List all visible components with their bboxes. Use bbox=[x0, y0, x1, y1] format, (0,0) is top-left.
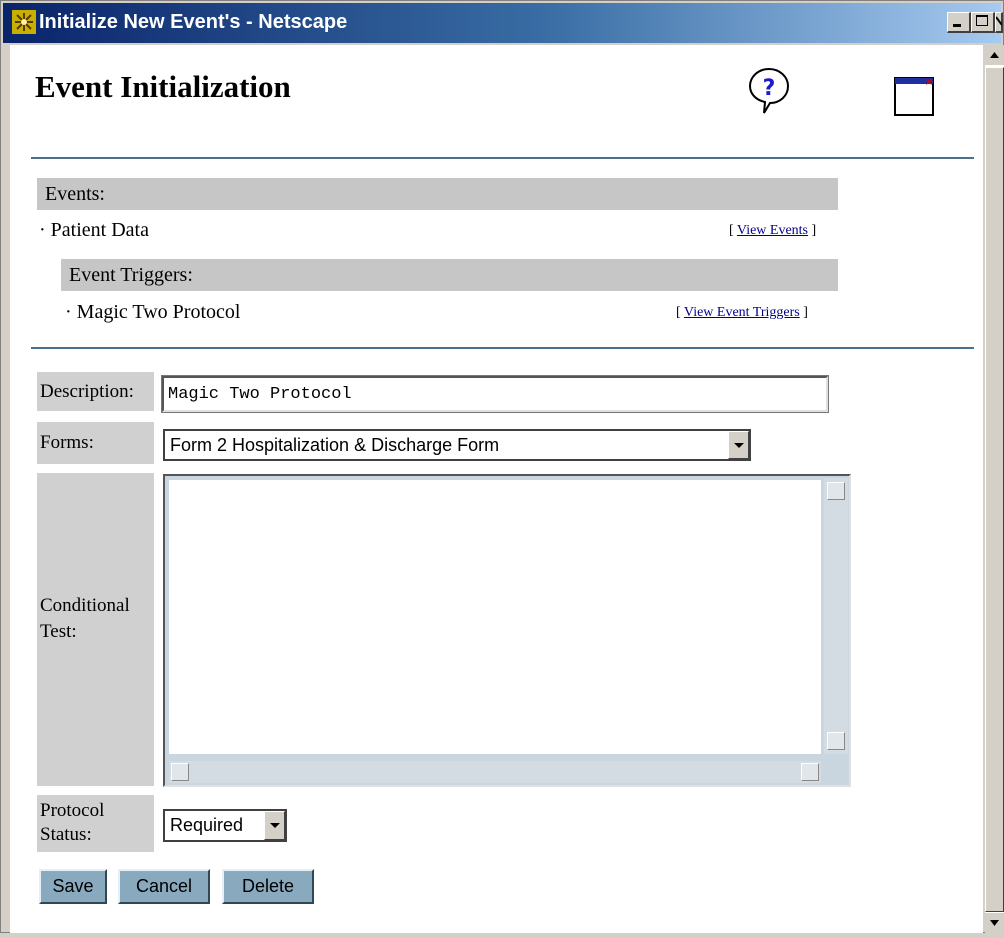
close-button[interactable] bbox=[995, 12, 1003, 33]
events-header: Events: bbox=[37, 178, 838, 210]
view-events-link[interactable]: View Events bbox=[737, 223, 808, 238]
view-event-triggers-link[interactable]: View Event Triggers bbox=[684, 305, 800, 320]
forms-label: Forms: bbox=[37, 422, 154, 464]
scroll-up-icon[interactable] bbox=[985, 45, 1004, 65]
chevron-down-icon[interactable] bbox=[264, 811, 285, 840]
protocol-status-label: Protocol Status: bbox=[37, 795, 154, 852]
page-title: Event Initialization bbox=[35, 69, 291, 104]
maximize-button[interactable] bbox=[971, 12, 995, 33]
description-input[interactable] bbox=[164, 378, 826, 410]
scroll-left-icon[interactable] bbox=[171, 763, 189, 781]
window-title: Initialize New Event's - Netscape bbox=[39, 11, 348, 33]
protocol-status-select[interactable]: Required bbox=[163, 809, 287, 842]
trigger-item: · Magic Two Protocol bbox=[65, 301, 240, 324]
browser-window: Initialize New Event's - Netscape Event … bbox=[0, 0, 1004, 933]
close-icon bbox=[995, 16, 1003, 26]
minimize-button[interactable] bbox=[947, 12, 971, 33]
scroll-thumb[interactable] bbox=[985, 67, 1004, 912]
trigger-item-label: Magic Two Protocol bbox=[76, 301, 241, 323]
scroll-right-icon[interactable] bbox=[801, 763, 819, 781]
bullet-icon: · bbox=[39, 219, 51, 241]
conditional-test-text[interactable] bbox=[169, 480, 821, 754]
bullet-icon: · bbox=[65, 301, 77, 323]
event-item-label: Patient Data bbox=[50, 219, 149, 241]
maximize-icon bbox=[976, 15, 988, 26]
event-triggers-header: Event Triggers: bbox=[61, 259, 838, 291]
help-balloon-icon[interactable]: ? bbox=[748, 67, 790, 115]
title-bar[interactable]: Initialize New Event's - Netscape bbox=[3, 3, 1003, 43]
page-content: Event Initialization ? × Events: · Patie… bbox=[10, 45, 983, 933]
description-label: Description: bbox=[37, 372, 154, 411]
chevron-down-icon[interactable] bbox=[728, 431, 749, 459]
vertical-scrollbar[interactable] bbox=[824, 478, 848, 754]
netscape-app-icon bbox=[12, 10, 36, 34]
save-button[interactable]: Save bbox=[39, 869, 107, 904]
protocol-status-selected-value: Required bbox=[170, 815, 244, 835]
event-item: · Patient Data bbox=[39, 219, 149, 242]
divider bbox=[31, 347, 974, 349]
svg-text:×: × bbox=[924, 75, 933, 88]
cancel-button[interactable]: Cancel bbox=[118, 869, 210, 904]
scroll-down-icon[interactable] bbox=[985, 913, 1004, 933]
conditional-test-textarea[interactable] bbox=[163, 474, 851, 787]
scroll-up-icon[interactable] bbox=[827, 482, 845, 500]
page-vertical-scrollbar[interactable] bbox=[985, 45, 1004, 933]
horizontal-scrollbar[interactable] bbox=[169, 761, 821, 783]
minimize-icon bbox=[953, 24, 961, 27]
svg-text:?: ? bbox=[763, 76, 776, 101]
forms-select[interactable]: Form 2 Hospitalization & Discharge Form bbox=[163, 429, 751, 461]
forms-selected-value: Form 2 Hospitalization & Discharge Form bbox=[170, 435, 500, 455]
conditional-test-label: Conditional Test: bbox=[37, 473, 154, 786]
delete-button[interactable]: Delete bbox=[222, 869, 314, 904]
view-triggers-link-wrapper: [ View Event Triggers ] bbox=[676, 305, 808, 320]
view-events-link-wrapper: [ View Events ] bbox=[729, 223, 817, 238]
description-field-frame bbox=[161, 375, 829, 413]
scroll-down-icon[interactable] bbox=[827, 732, 845, 750]
divider bbox=[31, 157, 974, 159]
close-window-icon[interactable]: × bbox=[894, 75, 936, 117]
